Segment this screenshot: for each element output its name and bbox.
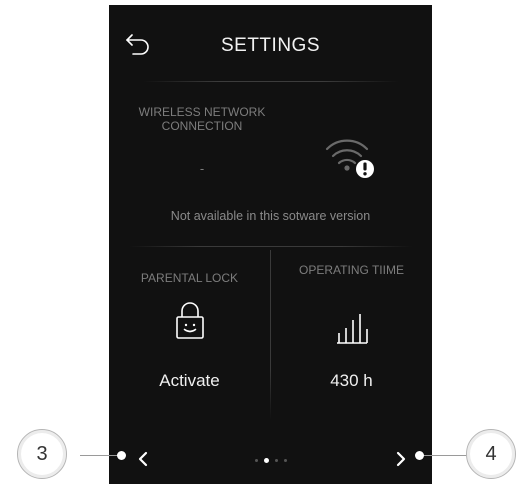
operating-time-value: 430 h xyxy=(330,371,373,390)
page-dot xyxy=(275,458,278,462)
operating-time-tile[interactable]: OPERATING TIIME 430 h xyxy=(271,247,432,417)
page-dot xyxy=(255,458,258,462)
parental-lock-tile[interactable]: PARENTAL LOCK Activate xyxy=(109,247,270,417)
wireless-availability-note: Not available in this sotware version xyxy=(170,209,371,223)
footer-navigation xyxy=(109,435,432,484)
callout-dot-right xyxy=(415,451,424,460)
callout-line-left xyxy=(80,455,122,456)
page-indicator xyxy=(248,457,294,463)
callout-marker-4: 4 xyxy=(466,429,516,479)
wireless-value: - xyxy=(199,161,205,176)
header-divider xyxy=(143,81,399,82)
wireless-network-tile: WIRELESS NETWORK CONNECTION - Not availa… xyxy=(109,83,432,245)
wifi-warning-icon xyxy=(325,139,374,178)
next-page-button[interactable] xyxy=(391,449,411,469)
operating-time-label: OPERATING TIIME xyxy=(299,263,404,277)
previous-page-button[interactable] xyxy=(133,449,153,469)
callout-marker-3: 3 xyxy=(17,429,67,479)
callout-dot-left xyxy=(117,451,126,460)
wireless-label: WIRELESS NETWORK CONNECTION xyxy=(138,105,266,133)
chevron-left-icon xyxy=(138,451,148,467)
stage: SETTINGS WIRELESS NETWORK CONNECTION - N… xyxy=(0,0,519,484)
page-dot-active xyxy=(264,457,269,463)
page-title: SETTINGS xyxy=(220,35,320,56)
page-dot xyxy=(284,458,287,462)
bar-chart-icon xyxy=(336,314,368,344)
parental-lock-label: PARENTAL LOCK xyxy=(140,271,239,285)
header: SETTINGS xyxy=(109,5,432,85)
chevron-right-icon xyxy=(396,451,406,467)
parental-lock-action: Activate xyxy=(159,371,220,390)
callout-line-right xyxy=(420,455,468,456)
device-screen: SETTINGS WIRELESS NETWORK CONNECTION - N… xyxy=(109,5,432,484)
padlock-smile-icon xyxy=(175,302,204,339)
